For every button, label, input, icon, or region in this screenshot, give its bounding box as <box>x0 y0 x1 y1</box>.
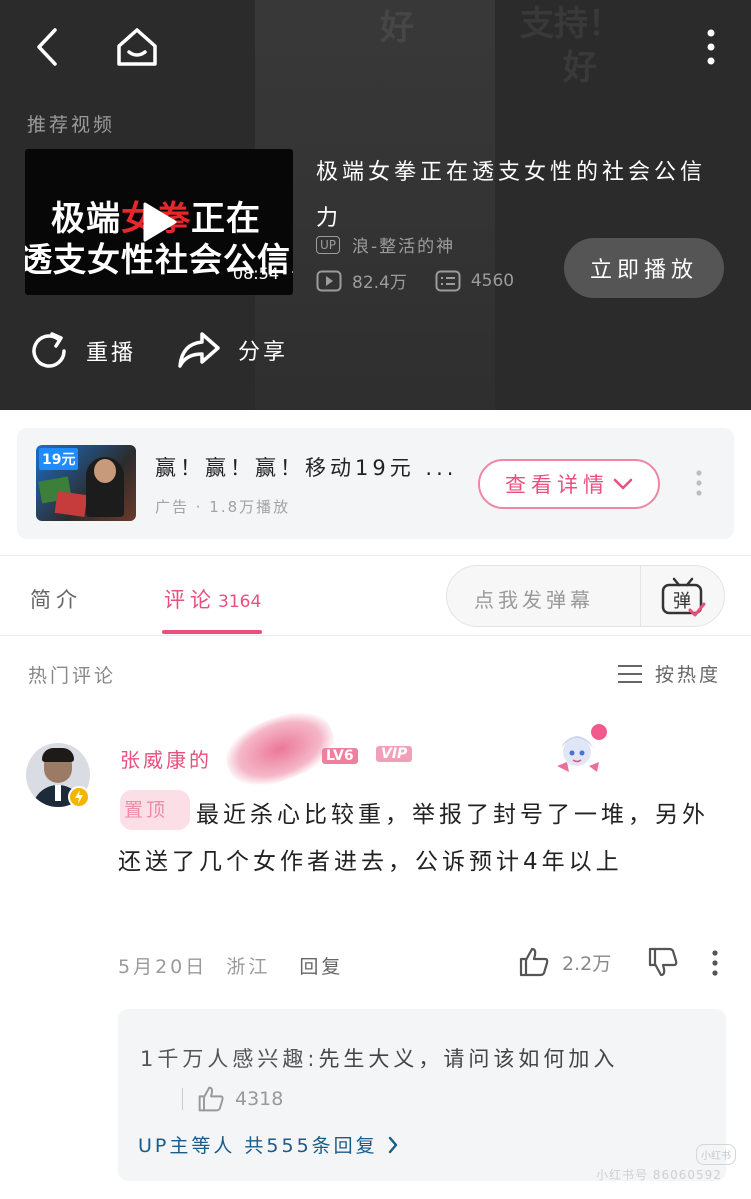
home-icon <box>117 28 157 66</box>
verified-badge <box>68 786 90 808</box>
like-count: 2.2万 <box>562 952 612 975</box>
like-button[interactable]: 2.2万 <box>518 946 611 978</box>
divider <box>0 555 751 556</box>
reply-button[interactable]: 回复 <box>299 956 343 978</box>
ad-image: 19元 <box>36 445 136 521</box>
comment-meta: 5月20日 浙江 回复 <box>118 952 343 979</box>
danmaku-count-icon <box>435 270 461 292</box>
danmaku-count: 4560 <box>470 270 515 291</box>
svg-text:弹: 弹 <box>673 591 691 612</box>
active-tab-indicator <box>162 630 262 634</box>
watermark: 小红书号 86060592 <box>596 1168 722 1182</box>
background-caption: 好 <box>563 48 597 88</box>
danmaku-input[interactable]: 点我发弹幕 弹 <box>446 565 725 627</box>
background-caption: 支持！ <box>520 4 622 44</box>
ad-details-button[interactable]: 查看详情 <box>478 459 660 509</box>
top-reply-text: 先生大义，请问该如何加入 <box>318 1047 619 1071</box>
top-reply-user[interactable]: 1千万人感兴趣: <box>140 1047 318 1071</box>
sort-button[interactable]: 按热度 <box>617 660 721 687</box>
watermark-logo: 小红书 <box>696 1144 736 1165</box>
sort-icon <box>618 664 642 683</box>
share-button[interactable]: 分享 <box>176 330 288 370</box>
tab-comments[interactable]: 评论 3164 <box>164 584 261 614</box>
danmaku-placeholder: 点我发弹幕 <box>474 588 594 612</box>
comment-count: 3164 <box>218 592 262 612</box>
ad-card[interactable]: 19元 赢！赢！赢！移动19元 ... 广告 · 1.8万播放 查看详情 <box>17 428 734 539</box>
sort-label: 按热度 <box>655 664 722 686</box>
video-end-screen: 好 支持！ 好 推荐视频 极端女拳正在 透支女性社会公信力 08:54 极端女拳… <box>0 0 751 410</box>
thumbs-up-icon <box>198 1086 224 1112</box>
more-vertical-icon <box>712 950 718 976</box>
play-count-icon <box>316 270 342 292</box>
up-badge: UP <box>316 235 341 254</box>
view-count: 82.4万 <box>352 273 407 293</box>
comment-location: 浙江 <box>226 956 271 978</box>
play-now-button[interactable]: 立即播放 <box>564 238 724 298</box>
video-stats: 82.4万 4560 <box>316 268 514 293</box>
top-reply-like-count: 4318 <box>235 1088 284 1110</box>
share-icon <box>178 332 220 368</box>
comment-username[interactable]: 张威康的 <box>120 744 212 773</box>
ad-title: 赢！赢！赢！移动19元 ... <box>155 456 458 480</box>
home-button[interactable] <box>112 22 162 72</box>
background-caption: 好 <box>380 8 414 48</box>
fan-badge-icon <box>557 724 607 772</box>
danmaku-toggle-icon[interactable]: 弹 <box>660 576 706 622</box>
divider <box>0 635 751 636</box>
recommended-video-label: 推荐视频 <box>27 114 116 136</box>
video-duration: 08:54 <box>232 264 279 283</box>
thumbs-down-icon <box>648 947 678 977</box>
back-button[interactable] <box>22 22 72 72</box>
hot-comments-title: 热门评论 <box>28 665 117 687</box>
level-badge: LV6 <box>322 748 358 764</box>
more-vertical-icon <box>707 29 715 65</box>
replies-panel[interactable]: 1千万人感兴趣:先生大义，请问该如何加入 4318 UP主等人 共555条回复 <box>118 1009 726 1181</box>
replay-button[interactable]: 重播 <box>28 330 136 372</box>
chevron-down-icon <box>613 478 633 490</box>
ad-subtitle: 广告 · 1.8万播放 <box>155 498 291 516</box>
view-all-replies-link[interactable]: UP主等人 共555条回复 <box>138 1131 398 1158</box>
uploader-name: 浪-整活的神 <box>352 237 456 257</box>
comment-more-button[interactable] <box>712 950 718 980</box>
vip-badge: VIP <box>376 746 413 762</box>
comment-date: 5月20日 <box>118 956 208 978</box>
lightning-icon <box>75 790 83 804</box>
play-icon <box>143 202 177 242</box>
thumbs-up-icon <box>519 947 549 977</box>
ad-more-button[interactable] <box>696 470 702 500</box>
top-reply-like[interactable]: 4318 <box>182 1085 283 1113</box>
ad-details-label: 查看详情 <box>505 473 609 497</box>
uploader-line[interactable]: UP 浪-整活的神 <box>316 232 455 257</box>
more-vertical-icon <box>696 470 702 496</box>
chevron-right-icon <box>388 1136 397 1153</box>
more-options-button[interactable] <box>686 22 736 72</box>
ad-image-price: 19元 <box>39 448 79 470</box>
tab-comments-label: 评论 <box>164 588 216 612</box>
replay-icon <box>32 332 66 368</box>
view-all-replies-label: UP主等人 共555条回复 <box>138 1135 378 1157</box>
recommended-video-thumbnail[interactable]: 极端女拳正在 透支女性社会公信力 08:54 <box>25 149 293 295</box>
top-reply: 1千万人感兴趣:先生大义，请问该如何加入 <box>140 1037 710 1081</box>
chevron-left-icon <box>37 28 57 66</box>
comment-text: 最近杀心比较重，举报了封号了一堆，另外还送了几个女作者进去，公诉预计4年以上 <box>118 802 709 875</box>
dislike-button[interactable] <box>647 946 679 982</box>
replay-label: 重播 <box>86 341 137 366</box>
tab-intro[interactable]: 简介 <box>30 584 82 614</box>
share-label: 分享 <box>238 340 289 365</box>
recommended-video-title[interactable]: 极端女拳正在透支女性的社会公信力 <box>316 150 726 242</box>
